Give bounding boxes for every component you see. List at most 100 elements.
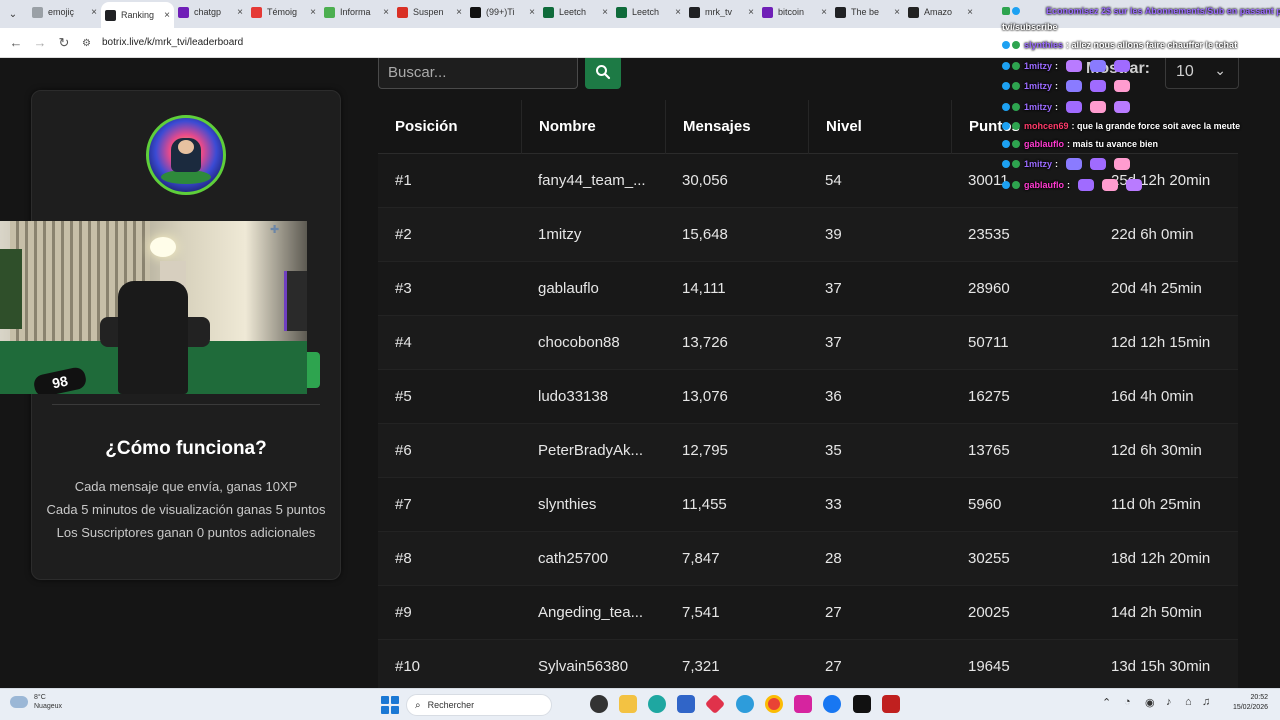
- forward-arrow-icon[interactable]: →: [28, 35, 52, 50]
- table-cell: 23535: [968, 226, 1010, 243]
- tab-title: mrk_tv: [705, 7, 732, 17]
- chat-banner-link: tvi/subscribe: [1002, 22, 1058, 32]
- cloud-icon: [10, 696, 28, 708]
- table-cell: gablauflo: [538, 280, 599, 297]
- reload-icon[interactable]: ↻: [52, 35, 76, 51]
- table-cell: Sylvain56380: [538, 658, 629, 675]
- store-icon[interactable]: [677, 695, 695, 713]
- tab-title: Amazo: [924, 7, 953, 17]
- microphone-icon[interactable]: ♪: [1166, 696, 1172, 708]
- pin-icon[interactable]: ✚: [270, 223, 284, 237]
- mcafee-icon[interactable]: [882, 695, 900, 713]
- file-explorer-icon[interactable]: [619, 695, 637, 713]
- taskbar-search[interactable]: ⌕ Rechercher: [406, 694, 552, 716]
- table-cell: 7,847: [682, 550, 720, 567]
- tab-title: Leetch: [632, 7, 660, 17]
- table-cell: 50711: [968, 334, 1009, 351]
- tab-close-icon[interactable]: ×: [602, 7, 608, 18]
- tab-close-icon[interactable]: ×: [91, 7, 97, 18]
- table-cell: 30255: [968, 550, 1010, 567]
- tab-close-icon[interactable]: ×: [310, 7, 316, 18]
- browser-tab[interactable]: bitcoin ×: [758, 0, 831, 24]
- browser-tab[interactable]: chatgp ×: [174, 0, 247, 24]
- back-arrow-icon[interactable]: ←: [4, 35, 28, 50]
- facebook-icon[interactable]: [823, 695, 841, 713]
- browser-tab[interactable]: Témoig ×: [247, 0, 320, 24]
- browser-tab[interactable]: Leetch ×: [539, 0, 612, 24]
- weather-temp: 8°C: [34, 694, 46, 701]
- browser-tab[interactable]: Leetch ×: [612, 0, 685, 24]
- tray-app-icon[interactable]: ◔: [1124, 696, 1131, 708]
- column-header[interactable]: Nombre: [521, 99, 665, 154]
- emote-icon: [1126, 179, 1142, 191]
- how-it-works-title: ¿Cómo funciona?: [105, 438, 267, 459]
- chat-message: gablauflo: mais tu avance bien: [1002, 139, 1158, 149]
- edge-icon[interactable]: [648, 695, 666, 713]
- chrome-icon[interactable]: [765, 695, 783, 713]
- tab-close-icon[interactable]: ×: [675, 7, 681, 18]
- tray-chevron-up-icon[interactable]: ⌃: [1102, 696, 1111, 709]
- table-cell: #5: [395, 388, 412, 405]
- browser-tab[interactable]: (99+)Ti ×: [466, 0, 539, 24]
- table-cell: 35: [825, 442, 842, 459]
- tab-close-icon[interactable]: ×: [383, 7, 389, 18]
- browser-tab[interactable]: mrk_tv ×: [685, 0, 758, 24]
- app-icon[interactable]: [590, 695, 608, 713]
- column-header[interactable]: Nivel: [808, 99, 951, 154]
- app-diamond-icon[interactable]: [704, 693, 726, 715]
- chat-username: 1mitzy: [1024, 61, 1053, 71]
- emote-icon: [1090, 80, 1107, 92]
- site-info-icon[interactable]: ⚙: [82, 38, 94, 49]
- app-icon-2[interactable]: [736, 695, 754, 713]
- tab-favicon-icon: [105, 9, 116, 21]
- table-cell: 12,795: [682, 442, 728, 459]
- browser-tab[interactable]: emojiç ×: [28, 0, 101, 24]
- browser-tab[interactable]: Suspen ×: [393, 0, 466, 24]
- chat-banner-icon: [1002, 7, 1010, 15]
- windows-start-icon[interactable]: [381, 696, 399, 714]
- browser-tab[interactable]: Informa ×: [320, 0, 393, 24]
- chat-badge-icon: [1002, 181, 1010, 189]
- weather-text: 8°C Nuageux: [34, 693, 62, 711]
- emote-icon: [1090, 101, 1107, 113]
- search-button[interactable]: [585, 58, 621, 89]
- tab-close-icon[interactable]: ×: [456, 7, 462, 18]
- tab-close-icon[interactable]: ×: [748, 7, 754, 18]
- tab-title: The be: [851, 7, 880, 17]
- column-header[interactable]: Mensajes: [665, 99, 808, 154]
- volume-icon[interactable]: ♫: [1202, 696, 1210, 708]
- tab-search-chevron-icon[interactable]: ⌄: [4, 5, 22, 23]
- emote-icon: [1090, 60, 1107, 72]
- url-field[interactable]: ⚙ botrix.live/k/mrk_tvi/leaderboard: [82, 37, 243, 49]
- webcam-overlay: 98 ✚: [0, 221, 307, 394]
- chat-badge-icon: [1002, 122, 1010, 130]
- tab-close-icon[interactable]: ×: [164, 10, 170, 21]
- browser-tab[interactable]: The be ×: [831, 0, 904, 24]
- table-cell: ludo33138: [538, 388, 609, 405]
- system-clock[interactable]: 20:52 15/02/2026: [1222, 693, 1268, 713]
- table-row: #10 Sylvain56380 7,321 27 19645 13d 15h 30min: [378, 640, 1238, 688]
- tab-close-icon[interactable]: ×: [529, 7, 535, 18]
- column-header[interactable]: Posición: [378, 100, 521, 154]
- tray-app-icon-2[interactable]: ◉: [1145, 696, 1155, 709]
- table-cell: PeterBradyAk...: [538, 442, 644, 459]
- instagram-icon[interactable]: [794, 695, 812, 713]
- tab-title: chatgp: [194, 7, 222, 17]
- table-cell: 22d 6h 0min: [1111, 226, 1194, 243]
- browser-tab[interactable]: Amazo ×: [904, 0, 977, 24]
- table-cell: 30,056: [682, 172, 728, 189]
- search-input[interactable]: [378, 58, 578, 89]
- side-panel-handle[interactable]: [307, 352, 320, 388]
- weather-widget[interactable]: 8°C Nuageux: [10, 693, 62, 711]
- tab-close-icon[interactable]: ×: [237, 7, 243, 18]
- network-icon[interactable]: ⌂: [1185, 696, 1192, 708]
- tiktok-icon[interactable]: [853, 695, 871, 713]
- tab-close-icon[interactable]: ×: [967, 7, 973, 18]
- browser-tab[interactable]: Ranking ×: [101, 2, 174, 28]
- tab-close-icon[interactable]: ×: [894, 7, 900, 18]
- table-cell: 11d 0h 25min: [1111, 496, 1201, 513]
- tab-close-icon[interactable]: ×: [821, 7, 827, 18]
- weather-desc: Nuageux: [34, 703, 63, 710]
- table-cell: 39: [825, 226, 842, 243]
- tab-favicon-icon: [616, 6, 627, 18]
